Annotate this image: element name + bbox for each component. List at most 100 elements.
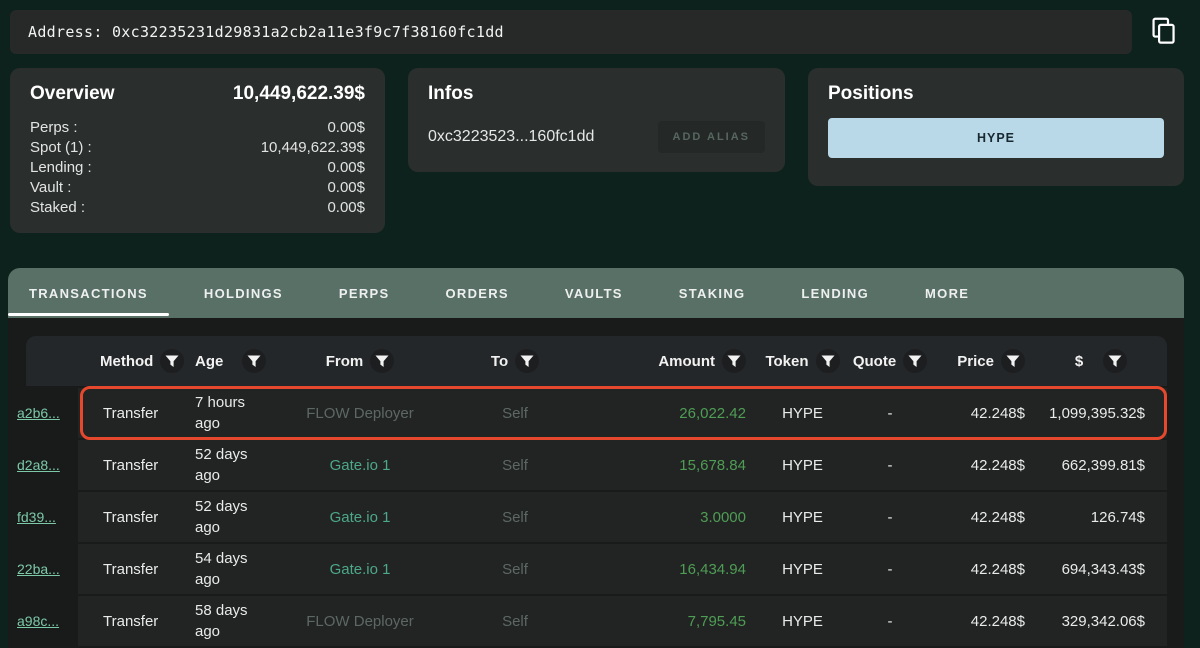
cell-hash: d2a8... <box>8 457 78 474</box>
overview-row-value: 0.00$ <box>327 158 365 178</box>
overview-breakdown: Perps : 0.00$ Spot (1) : 10,449,622.39$ … <box>30 118 365 218</box>
cell-token: HYPE <box>750 509 855 526</box>
cell-price: 42.248$ <box>925 457 1035 474</box>
cell-usd: 329,342.06$ <box>1035 613 1167 630</box>
address-bar: Address: 0xc32235231d29831a2cb2a11e3f9c7… <box>10 10 1132 54</box>
filter-funnel-icon[interactable] <box>242 349 266 373</box>
cell-price: 42.248$ <box>925 613 1035 630</box>
tx-hash-link[interactable]: a2b6... <box>17 405 60 421</box>
column-label: $ <box>1075 353 1083 370</box>
column-header-age[interactable]: Age <box>185 349 280 373</box>
summary-cards: Overview 10,449,622.39$ Perps : 0.00$ Sp… <box>10 68 1192 233</box>
tab-more[interactable]: MORE <box>904 268 990 318</box>
tab-staking[interactable]: STAKING <box>658 268 767 318</box>
cell-quote: - <box>855 457 925 474</box>
filter-funnel-icon[interactable] <box>903 349 927 373</box>
age-text: 52 days ago <box>195 444 259 486</box>
tx-hash-link[interactable]: 22ba... <box>17 561 60 577</box>
overview-header: Overview 10,449,622.39$ <box>30 83 365 105</box>
tab-transactions[interactable]: TRANSACTIONS <box>8 268 169 318</box>
copy-address-button[interactable] <box>1146 15 1180 49</box>
overview-row-value: 0.00$ <box>327 198 365 218</box>
tab-holdings[interactable]: HOLDINGS <box>183 268 304 318</box>
cell-quote: - <box>855 561 925 578</box>
filter-funnel-icon[interactable] <box>816 349 840 373</box>
cell-price: 42.248$ <box>925 561 1035 578</box>
cell-price: 42.248$ <box>925 509 1035 526</box>
page: Address: 0xc32235231d29831a2cb2a11e3f9c7… <box>0 10 1200 648</box>
cell-age: 52 days ago <box>185 496 280 538</box>
cell-age: 7 hours ago <box>185 392 280 434</box>
table-row[interactable]: a2b6... Transfer 7 hours ago FLOW Deploy… <box>8 386 1167 438</box>
column-header-token[interactable]: Token <box>750 349 855 373</box>
cell-method: Transfer <box>78 457 185 474</box>
position-hype-button[interactable]: HYPE <box>828 118 1164 158</box>
overview-row-label: Lending : <box>30 158 92 178</box>
column-header-price[interactable]: Price <box>925 349 1035 373</box>
short-address: 0xc3223523...160fc1dd <box>428 128 594 146</box>
cell-usd: 694,343.43$ <box>1035 561 1167 578</box>
column-header-from[interactable]: From <box>280 349 440 373</box>
tab-vaults[interactable]: VAULTS <box>544 268 644 318</box>
tab-lending[interactable]: LENDING <box>780 268 890 318</box>
overview-row: Staked : 0.00$ <box>30 198 365 218</box>
cell-age: 58 days ago <box>185 600 280 642</box>
column-label: From <box>326 353 364 370</box>
cell-from[interactable]: Gate.io 1 <box>280 457 440 474</box>
tab-label: PERPS <box>339 286 390 301</box>
cell-to: Self <box>440 613 590 630</box>
overview-row: Vault : 0.00$ <box>30 178 365 198</box>
overview-row-value: 10,449,622.39$ <box>261 138 365 158</box>
column-label: Price <box>957 353 994 370</box>
tx-hash-link[interactable]: d2a8... <box>17 457 60 473</box>
tab-label: HOLDINGS <box>204 286 283 301</box>
cell-usd: 662,399.81$ <box>1035 457 1167 474</box>
cell-token: HYPE <box>750 405 855 422</box>
column-label: Quote <box>853 353 896 370</box>
add-alias-button[interactable]: ADD ALIAS <box>658 121 765 153</box>
overview-row-label: Perps : <box>30 118 78 138</box>
tx-hash-link[interactable]: a98c... <box>17 613 59 629</box>
filter-funnel-icon[interactable] <box>370 349 394 373</box>
filter-funnel-icon[interactable] <box>1001 349 1025 373</box>
column-header-quote[interactable]: Quote <box>855 349 925 373</box>
cell-from[interactable]: Gate.io 1 <box>280 561 440 578</box>
cell-from[interactable]: Gate.io 1 <box>280 509 440 526</box>
address-text: Address: 0xc32235231d29831a2cb2a11e3f9c7… <box>28 23 504 41</box>
transactions-section: Method Age From To Amount <box>8 318 1184 648</box>
cell-amount: 3.0000 <box>590 509 750 526</box>
overview-title: Overview <box>30 83 115 105</box>
tab-label: VAULTS <box>565 286 623 301</box>
table-row[interactable]: fd39... Transfer 52 days ago Gate.io 1 S… <box>8 490 1167 542</box>
tab-bar: TRANSACTIONS HOLDINGS PERPS ORDERS VAULT… <box>8 268 1184 318</box>
positions-card: Positions HYPE <box>808 68 1184 186</box>
table-row[interactable]: d2a8... Transfer 52 days ago Gate.io 1 S… <box>8 438 1167 490</box>
filter-funnel-icon[interactable] <box>1103 349 1127 373</box>
positions-list: HYPE <box>828 118 1164 158</box>
column-header-amount[interactable]: Amount <box>590 349 750 373</box>
cell-usd: 126.74$ <box>1035 509 1167 526</box>
cell-price: 42.248$ <box>925 405 1035 422</box>
filter-funnel-icon[interactable] <box>722 349 746 373</box>
filter-funnel-icon[interactable] <box>160 349 184 373</box>
filter-funnel-icon[interactable] <box>515 349 539 373</box>
column-header-method[interactable]: Method <box>78 349 185 373</box>
cell-from[interactable]: FLOW Deployer <box>280 405 440 422</box>
cell-token: HYPE <box>750 613 855 630</box>
table-row[interactable]: 22ba... Transfer 54 days ago Gate.io 1 S… <box>8 542 1167 594</box>
tx-hash-link[interactable]: fd39... <box>17 509 56 525</box>
column-header-usd[interactable]: $ <box>1035 349 1167 373</box>
column-header-to[interactable]: To <box>440 349 590 373</box>
overview-row-value: 0.00$ <box>327 118 365 138</box>
column-label: Age <box>195 353 223 370</box>
cell-from[interactable]: FLOW Deployer <box>280 613 440 630</box>
table-body: a2b6... Transfer 7 hours ago FLOW Deploy… <box>8 386 1167 646</box>
overview-total-value: 10,449,622.39$ <box>233 83 365 105</box>
overview-row: Spot (1) : 10,449,622.39$ <box>30 138 365 158</box>
tab-orders[interactable]: ORDERS <box>424 268 529 318</box>
tab-perps[interactable]: PERPS <box>318 268 411 318</box>
cell-to: Self <box>440 405 590 422</box>
age-text: 58 days ago <box>195 600 259 642</box>
tab-label: MORE <box>925 286 969 301</box>
table-row[interactable]: a98c... Transfer 58 days ago FLOW Deploy… <box>8 594 1167 646</box>
